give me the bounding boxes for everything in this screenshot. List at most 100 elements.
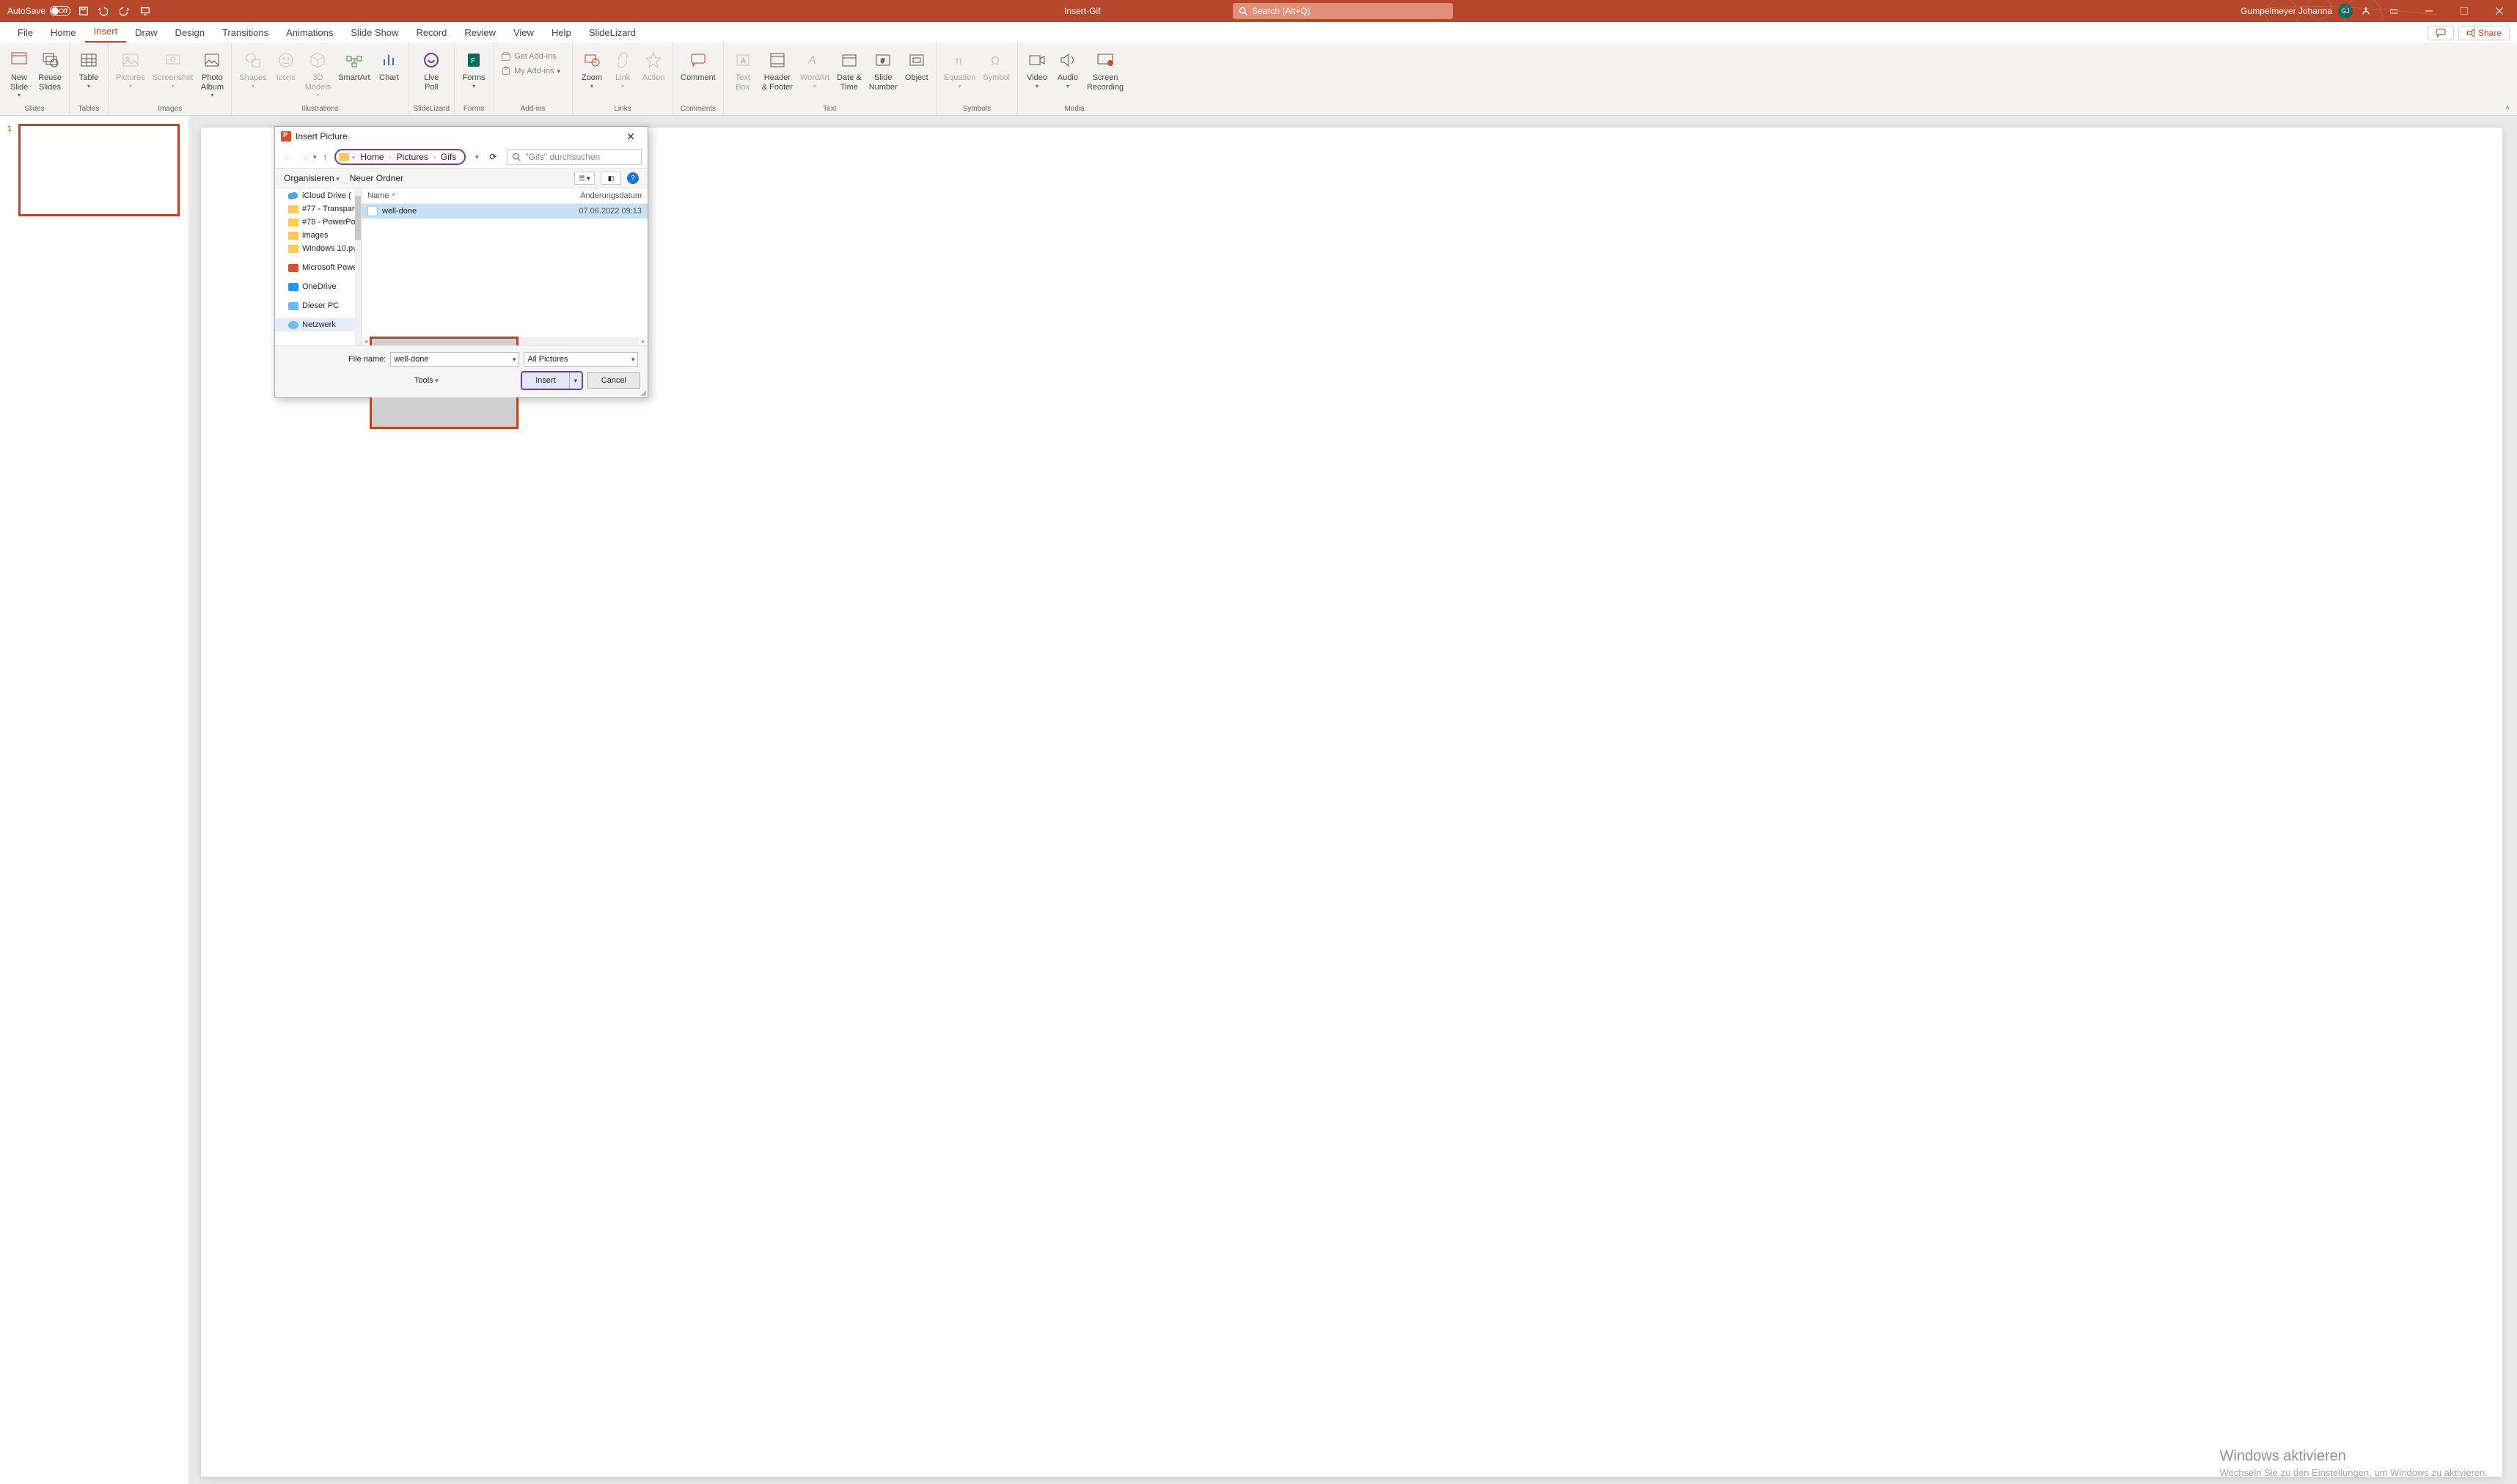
view-mode-icon[interactable]: ☰ ▾ [574,172,595,185]
new-slide-button[interactable]: New Slide [4,47,34,100]
tree-item[interactable]: Windows 10.pvm [275,242,361,255]
smartart-button[interactable]: SmartArt [335,47,373,84]
tab-view[interactable]: View [505,23,543,43]
breadcrumb[interactable]: « Home › Pictures › Gifs [334,149,466,165]
tab-design[interactable]: Design [166,23,213,43]
insert-button[interactable]: Insert [522,372,570,389]
new-slide-icon [7,48,31,72]
nav-forward-icon[interactable]: → [297,150,312,164]
close-icon[interactable] [2485,0,2514,22]
tree-item-network[interactable]: Netzwerk [275,318,361,331]
nav-back-icon[interactable]: ← [281,150,296,164]
tab-help[interactable]: Help [543,23,580,43]
nav-history-icon[interactable]: ▾ [313,153,317,161]
tab-transitions[interactable]: Transitions [213,23,277,43]
zoom-button[interactable]: Zoom [577,47,607,91]
tree-item-powerpoint[interactable]: Microsoft PowerPo [275,261,361,274]
resize-grip-icon[interactable] [639,389,646,396]
link-button[interactable]: Link [608,47,637,91]
symbol-button[interactable]: ΩSymbol [980,47,1013,84]
header-footer-button[interactable]: Header & Footer [759,47,796,93]
filename-input[interactable]: well-done [390,352,519,367]
photo-album-button[interactable]: Photo Album [197,47,227,100]
get-addins-button[interactable]: Get Add-ins [498,50,563,63]
organize-button[interactable]: Organisieren [284,173,340,183]
from-beginning-icon[interactable] [138,4,153,18]
ribbon-display-icon[interactable] [2379,0,2408,22]
tab-draw[interactable]: Draw [126,23,166,43]
dialog-close-icon[interactable]: ✕ [620,131,642,143]
table-button[interactable]: Table [74,47,103,91]
forms-button[interactable]: FForms [459,47,488,91]
save-icon[interactable] [76,4,91,18]
live-poll-button[interactable]: Live Poll [417,47,446,93]
document-title[interactable]: Insert-Gif▾ [1064,6,1107,16]
scroll-left-icon[interactable]: ◂ [362,338,370,345]
cancel-button[interactable]: Cancel [587,372,640,389]
icons-button[interactable]: Icons [271,47,301,84]
help-icon[interactable]: ? [627,172,639,184]
chart-button[interactable]: Chart [375,47,404,84]
slidenumber-button[interactable]: #Slide Number [866,47,901,93]
tab-home[interactable]: Home [42,23,85,43]
datetime-button[interactable]: Date & Time [834,47,865,93]
tree-item[interactable]: #78 - PowerPoint [275,216,361,229]
video-button[interactable]: Video [1022,47,1052,91]
tab-insert[interactable]: Insert [85,22,127,43]
screenshot-button[interactable]: Screenshot [150,47,197,91]
slide-thumbnail-1[interactable] [19,125,179,216]
undo-icon[interactable]: ▾ [97,4,111,18]
search-input[interactable]: Search (Alt+Q) [1233,3,1453,19]
tree-item-thispc[interactable]: Dieser PC [275,299,361,312]
my-addins-button[interactable]: My Add-ins ▾ [498,65,563,78]
tab-file[interactable]: File [9,23,42,43]
file-filter-select[interactable]: All Pictures [524,352,638,367]
equation-button[interactable]: πEquation [941,47,978,91]
autosave-toggle[interactable]: AutoSave Off [7,6,70,16]
comments-toggle-button[interactable] [2428,26,2454,40]
tree-scrollbar[interactable] [355,188,361,345]
screen-recording-button[interactable]: Screen Recording [1084,47,1126,93]
tools-menu[interactable]: Tools [282,376,439,385]
tab-review[interactable]: Review [455,23,505,43]
scroll-right-icon[interactable]: ▸ [639,338,648,345]
shapes-button[interactable]: Shapes [236,47,269,91]
minimize-icon[interactable] [2414,0,2444,22]
new-folder-button[interactable]: Neuer Ordner [350,173,403,183]
preview-pane-icon[interactable]: ◧ [601,172,621,185]
breadcrumb-dropdown-icon[interactable]: ▾ [470,153,483,161]
collapse-ribbon-icon[interactable]: ˄ [2505,104,2510,112]
audio-button[interactable]: Audio [1053,47,1082,91]
tree-item[interactable]: images [275,229,361,242]
refresh-icon[interactable]: ⟳ [485,152,501,162]
tab-slidelizard[interactable]: SlideLizard [580,23,645,43]
reuse-slides-button[interactable]: Reuse Slides [35,47,65,93]
qat-more-icon[interactable]: ▾ [158,4,173,18]
maximize-icon[interactable] [2450,0,2479,22]
user-avatar-icon[interactable]: GJ [2338,4,2353,18]
column-header-name[interactable]: Name˄ [367,191,546,200]
tab-record[interactable]: Record [407,23,455,43]
textbox-button[interactable]: AText Box [728,47,758,93]
3d-models-button[interactable]: 3D Models [302,47,334,100]
tree-item[interactable]: #77 - Transparen [275,202,361,216]
tree-item-icloud[interactable]: iCloud Drive (📌 [275,188,361,202]
file-list-hscroll[interactable]: ◂ ▸ [362,337,648,345]
tab-animations[interactable]: Animations [277,23,342,43]
share-button[interactable]: Share [2458,26,2510,40]
coming-soon-icon[interactable] [2359,4,2373,18]
comment-button[interactable]: Comment [678,47,719,84]
nav-up-icon[interactable]: ↑ [318,150,333,164]
insert-dropdown-icon[interactable]: ▾ [570,372,582,389]
dialog-titlebar[interactable]: Insert Picture ✕ [275,127,648,146]
action-button[interactable]: Action [639,47,668,84]
tab-slideshow[interactable]: Slide Show [342,23,407,43]
wordart-button[interactable]: AWordArt [797,47,832,91]
redo-icon[interactable] [117,4,132,18]
tree-item-onedrive[interactable]: OneDrive [275,280,361,293]
object-button[interactable]: Object [902,47,931,84]
column-header-date[interactable]: Änderungsdatum [546,191,642,200]
dialog-search-input[interactable]: "Gifs" durchsuchen [507,149,642,165]
file-row[interactable]: well-done 07.06.2022 09:13 [362,204,648,218]
pictures-button[interactable]: Pictures [113,47,148,91]
